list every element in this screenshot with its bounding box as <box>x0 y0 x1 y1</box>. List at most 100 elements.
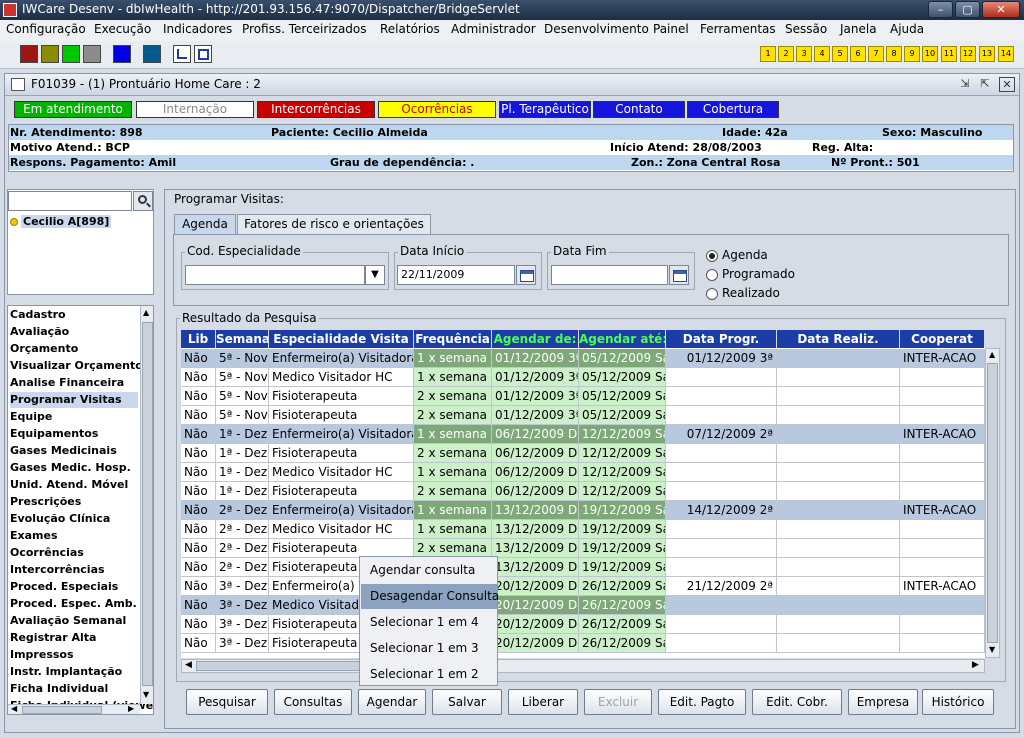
calendar-icon[interactable] <box>669 265 689 285</box>
left-menu-item[interactable]: Instr. Implantação <box>10 664 138 680</box>
tree-item-patient[interactable]: Cecilio A[898] <box>21 215 112 228</box>
tab-agenda[interactable]: Agenda <box>174 214 236 234</box>
status-tab-5[interactable]: Contato <box>593 101 685 118</box>
tab-fatores-risco[interactable]: Fatores de risco e orientações <box>237 214 431 234</box>
calendar-icon[interactable] <box>516 265 536 285</box>
left-menu-item[interactable]: Analise Financeira <box>10 375 138 391</box>
left-menu-item[interactable]: Ficha Individual <box>10 681 138 697</box>
scroll-right-icon[interactable]: ▶ <box>972 660 979 670</box>
menu-ajuda[interactable]: Ajuda <box>890 22 924 36</box>
table-row[interactable]: Não 5ª - Nov Medico Visitador HC 1 x semana… <box>181 368 985 387</box>
status-tab-1[interactable]: Internação <box>136 101 254 118</box>
left-menu-item[interactable]: Evolução Clínica <box>10 511 138 527</box>
left-menu-item[interactable]: Proced. Especiais <box>10 579 138 595</box>
frame-maximize-icon[interactable]: ⇱ <box>977 77 993 92</box>
menu-execucao[interactable]: Execução <box>94 22 151 36</box>
maximize-button[interactable]: ▢ <box>955 1 980 18</box>
results-h-scroll-thumb[interactable] <box>196 661 366 671</box>
tree-view-icon[interactable] <box>173 45 191 63</box>
left-menu-item[interactable]: Gases Medicinais <box>10 443 138 459</box>
left-menu-scrollbar[interactable]: ▲ ▼ <box>140 306 153 704</box>
status-tab-3[interactable]: Ocorrências <box>378 101 496 118</box>
left-menu-item[interactable]: Prescrições <box>10 494 138 510</box>
left-menu-item[interactable]: Equipe <box>10 409 138 425</box>
color-swatch-button[interactable] <box>83 45 101 63</box>
left-menu-item[interactable]: Registrar Alta <box>10 630 138 646</box>
column-header[interactable]: Frequência <box>414 330 492 348</box>
button-consultas[interactable]: Consultas <box>274 689 352 715</box>
menu-administrador[interactable]: Administrador <box>451 22 536 36</box>
scroll-up-icon[interactable]: ▲ <box>143 308 149 317</box>
table-row[interactable]: Não 5ª - Nov Fisioterapeuta 2 x semana 01/12… <box>181 406 985 425</box>
context-menu-item[interactable]: Selecionar 1 em 4 <box>361 610 497 635</box>
menu-painel[interactable]: Painel <box>653 22 689 36</box>
left-menu-h-scrollbar[interactable]: ◀ ▶ <box>8 704 140 714</box>
left-menu-item[interactable]: Equipamentos <box>10 426 138 442</box>
status-tab-4[interactable]: Pl. Terapêutico <box>499 101 591 118</box>
shortcut-button-1[interactable]: 1 <box>760 46 776 62</box>
shortcut-button-14[interactable]: 14 <box>998 46 1014 62</box>
button-pesquisar[interactable]: Pesquisar <box>186 689 268 715</box>
shortcut-button-8[interactable]: 8 <box>886 46 902 62</box>
status-tab-2[interactable]: Intercorrências <box>257 101 375 118</box>
left-menu-item[interactable]: Avaliação Semanal <box>10 613 138 629</box>
menu-indicadores[interactable]: Indicadores <box>163 22 232 36</box>
context-menu-item[interactable]: Agendar consulta <box>361 558 497 583</box>
table-row[interactable]: Não 5ª - Nov Fisioterapeuta 2 x semana 01/12… <box>181 387 985 406</box>
shortcut-button-2[interactable]: 2 <box>778 46 794 62</box>
menu-relatorios[interactable]: Relatórios <box>380 22 440 36</box>
results-v-scrollbar[interactable]: ▲ ▼ <box>985 348 1000 658</box>
button-agendar[interactable]: Agendar <box>358 689 426 715</box>
button-edit-pagto[interactable]: Edit. Pagto <box>658 689 746 715</box>
color-swatch-button[interactable] <box>20 45 38 63</box>
column-header[interactable]: Lib <box>181 330 216 348</box>
button-empresa[interactable]: Empresa <box>848 689 918 715</box>
left-menu-item[interactable]: Orçamento <box>10 341 138 357</box>
shortcut-button-9[interactable]: 9 <box>904 46 920 62</box>
table-row[interactable]: Não 3ª - Dez Fisioterapeuta 20/12/2009 Do 26… <box>181 615 985 634</box>
button-liberar[interactable]: Liberar <box>508 689 578 715</box>
color-swatch-button[interactable] <box>62 45 80 63</box>
scroll-left-icon[interactable]: ◀ <box>185 660 192 670</box>
context-menu-item[interactable]: Selecionar 1 em 3 <box>361 636 497 661</box>
results-scroll-thumb[interactable] <box>987 363 998 643</box>
shortcut-button-13[interactable]: 13 <box>979 46 995 62</box>
table-row[interactable]: Não 2ª - Dez Fisioterapeuta 13/12/2009 Do 19… <box>181 558 985 577</box>
shortcut-button-12[interactable]: 12 <box>960 46 976 62</box>
data-fim-input[interactable] <box>551 265 668 285</box>
column-header[interactable]: Data Realiz. <box>777 330 900 348</box>
shortcut-button-3[interactable]: 3 <box>796 46 812 62</box>
frame-iconify-icon[interactable]: ⇲ <box>957 77 973 92</box>
table-row[interactable]: Não 3ª - Dez Enfermeiro(a) V 20/12/2009 Do 2… <box>181 577 985 596</box>
menu-desenvolvimento[interactable]: Desenvolvimento <box>544 22 649 36</box>
menu-profiss-terceirizados[interactable]: Profiss. Terceirizados <box>242 22 367 36</box>
column-header[interactable]: Cooperat <box>900 330 985 348</box>
shortcut-button-11[interactable]: 11 <box>941 46 957 62</box>
left-menu-item[interactable]: Exames <box>10 528 138 544</box>
color-swatch-button[interactable] <box>41 45 59 63</box>
column-header[interactable]: Agendar até: <box>579 330 666 348</box>
left-menu-item[interactable]: Unid. Atend. Móvel <box>10 477 138 493</box>
close-button[interactable]: ✕ <box>982 1 1020 18</box>
column-header[interactable]: Data Progr. <box>666 330 777 348</box>
data-inicio-input[interactable]: 22/11/2009 <box>397 265 515 285</box>
button-edit-cobr-[interactable]: Edit. Cobr. <box>752 689 842 715</box>
table-row[interactable]: Não 3ª - Dez Fisioterapeuta 20/12/2009 Do 26… <box>181 634 985 653</box>
left-menu-item[interactable]: Ocorrências <box>10 545 138 561</box>
chevron-down-icon[interactable]: ▼ <box>365 265 385 285</box>
left-menu-item[interactable]: Visualizar Orçamento <box>10 358 143 374</box>
shortcut-button-5[interactable]: 5 <box>832 46 848 62</box>
scroll-down-icon[interactable]: ▼ <box>989 645 995 654</box>
context-menu-item[interactable]: Desagendar Consulta <box>361 584 499 609</box>
table-row[interactable]: Não 1ª - Dez Medico Visitador HC 1 x semana… <box>181 463 985 482</box>
shortcut-button-7[interactable]: 7 <box>868 46 884 62</box>
left-menu-item[interactable]: Programar Visitas <box>10 392 138 408</box>
left-menu-item[interactable]: Impressos <box>10 647 138 663</box>
shortcut-button-10[interactable]: 10 <box>922 46 938 62</box>
color-swatch-button[interactable] <box>143 45 161 63</box>
column-header[interactable]: Agendar de: <box>492 330 579 348</box>
table-row[interactable]: Não 1ª - Dez Fisioterapeuta 2 x semana 06/12… <box>181 482 985 501</box>
left-menu-item[interactable]: Proced. Espec. Amb. <box>10 596 138 612</box>
context-menu-item[interactable]: Selecionar 1 em 2 <box>361 662 497 687</box>
radio-agenda[interactable] <box>706 250 718 262</box>
